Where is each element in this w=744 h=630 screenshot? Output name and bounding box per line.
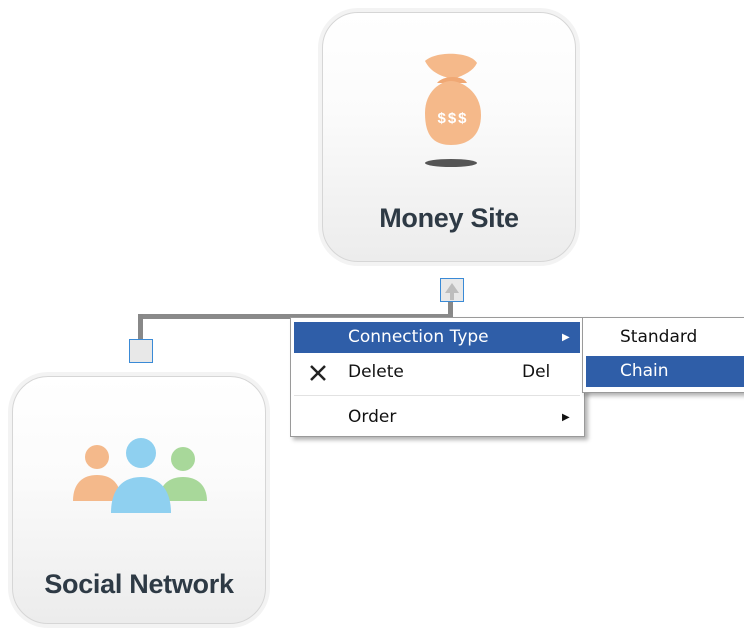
- submenu-item-label: Chain: [620, 361, 669, 381]
- connection-handle-top[interactable]: [440, 278, 464, 302]
- social-network-label: Social Network: [44, 569, 234, 599]
- menu-item-order[interactable]: Order ▶: [294, 402, 580, 433]
- menu-item-connection-type[interactable]: Connection Type ▶: [294, 322, 580, 353]
- close-icon: [310, 365, 326, 381]
- money-site-label: Money Site: [379, 203, 519, 233]
- submenu-arrow-icon: ▶: [562, 412, 570, 423]
- submenu-item-chain[interactable]: Chain: [586, 356, 744, 387]
- money-site-node[interactable]: $$$ Money Site: [322, 12, 576, 262]
- menu-item-shortcut: Del: [522, 362, 551, 382]
- money-bag-icon: $$$: [425, 53, 481, 167]
- money-bag-label: $$$: [437, 110, 468, 127]
- people-group-icon: [73, 438, 207, 513]
- menu-item-label: Order: [348, 407, 397, 427]
- menu-item-label: Connection Type: [348, 327, 489, 347]
- connection-handle-left[interactable]: [129, 339, 153, 363]
- arrow-up-icon: [445, 283, 459, 300]
- menu-item-label: Delete: [348, 362, 404, 382]
- connection-type-submenu: Standard Chain: [582, 317, 744, 393]
- submenu-item-standard[interactable]: Standard: [586, 322, 744, 353]
- submenu-arrow-icon: ▶: [562, 332, 570, 343]
- submenu-item-label: Standard: [620, 327, 698, 347]
- social-network-node[interactable]: Social Network: [12, 376, 266, 624]
- menu-item-delete[interactable]: Delete Del: [294, 357, 580, 388]
- menu-separator: [294, 395, 580, 396]
- context-menu: Connection Type ▶ Delete Del Order ▶: [290, 317, 585, 437]
